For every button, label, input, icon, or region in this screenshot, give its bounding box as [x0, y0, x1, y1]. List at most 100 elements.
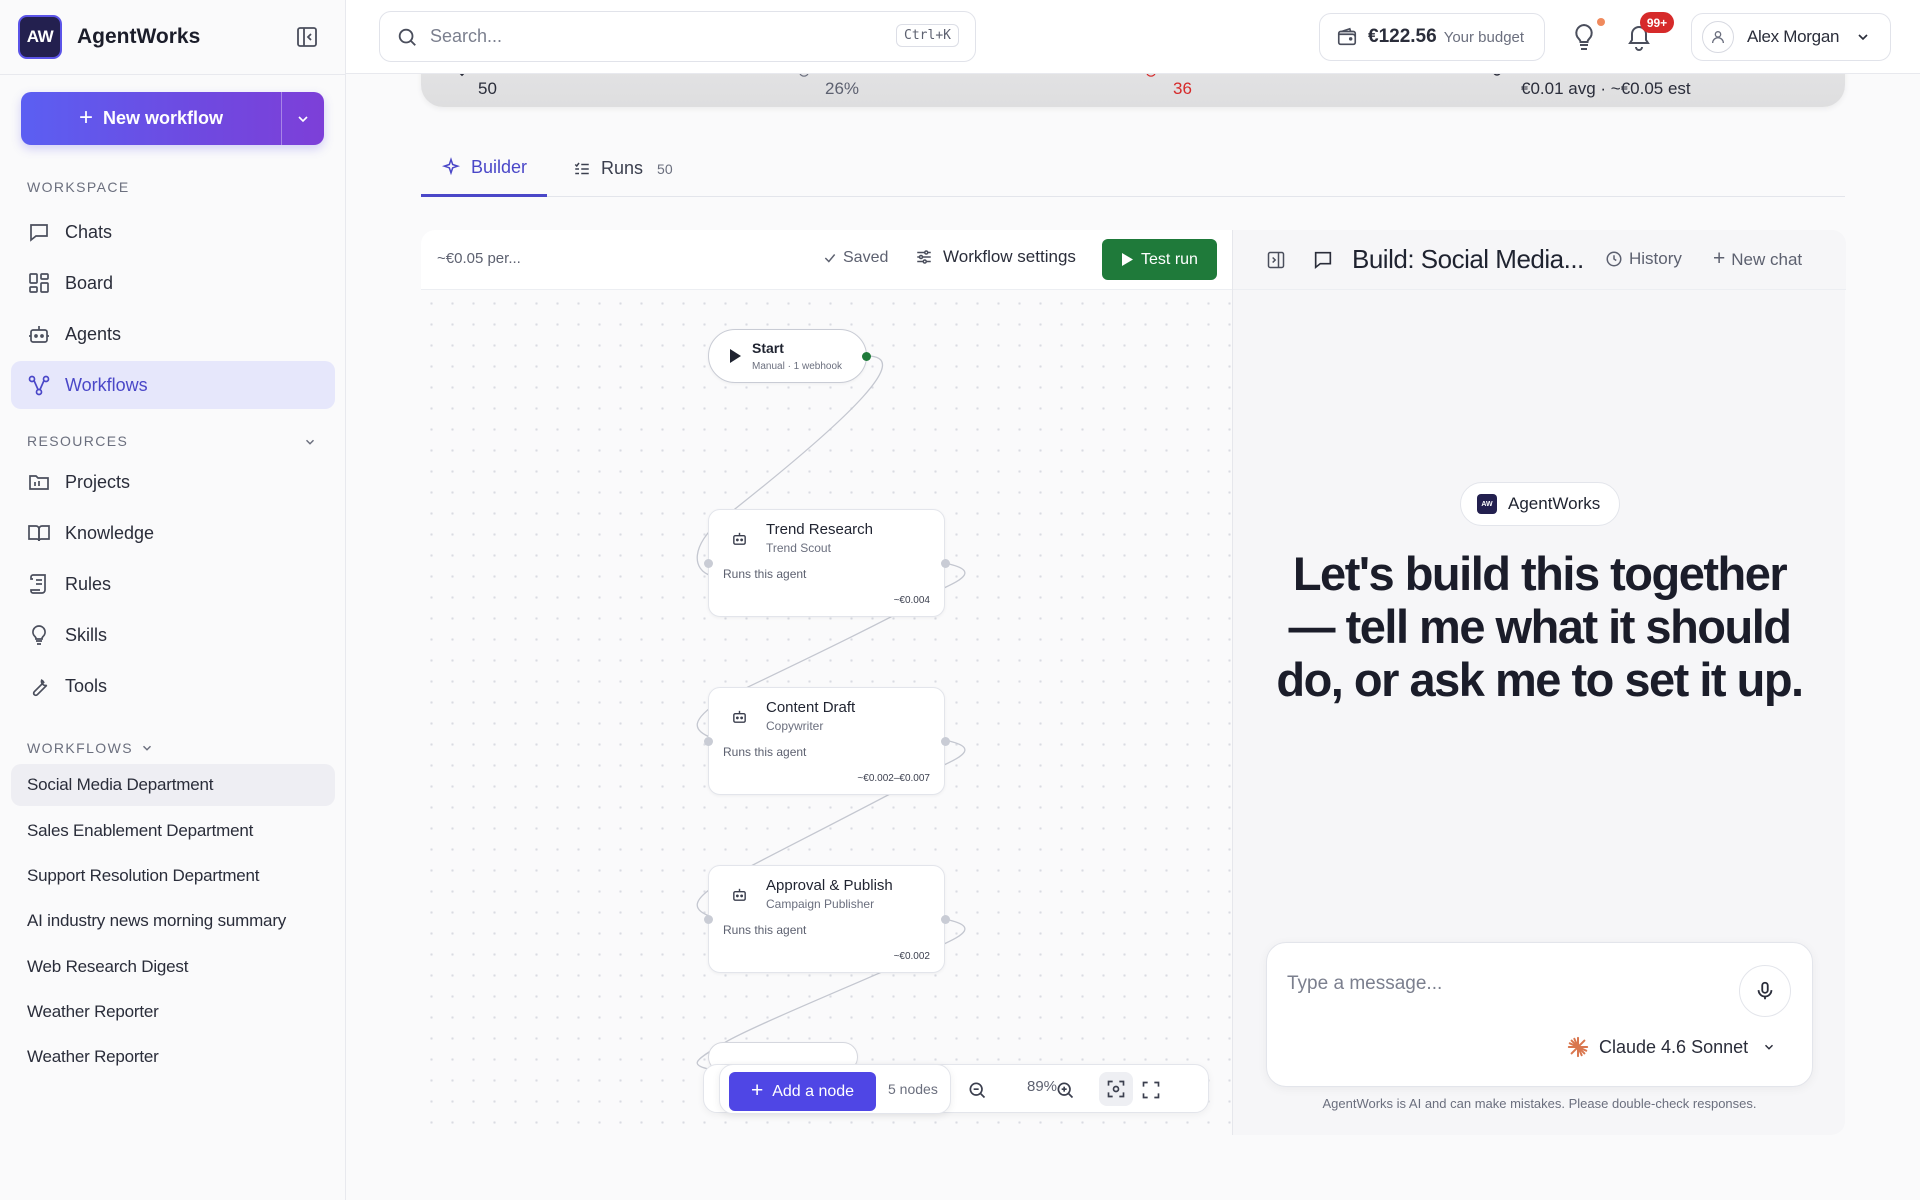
sidebar-item-chats[interactable]: Chats	[11, 208, 335, 256]
add-node-bar: + Add a node 5 nodes	[719, 1064, 951, 1114]
plus-icon: +	[750, 1078, 764, 1102]
sidebar-item-rules[interactable]: Rules	[11, 560, 335, 608]
stat-rate: 26%	[825, 79, 860, 98]
sidebar-item-agents[interactable]: Agents	[11, 310, 335, 358]
fullscreen-icon[interactable]	[1139, 1078, 1163, 1102]
robot-icon	[733, 888, 746, 901]
user-menu[interactable]: Alex Morgan	[1691, 13, 1891, 61]
app-name: AgentWorks	[77, 25, 201, 48]
search-box[interactable]: Ctrl+K	[379, 11, 976, 62]
history-button[interactable]: History	[1605, 249, 1682, 269]
cost-per-run: ~€0.05 per...	[437, 250, 521, 267]
zoom-out-icon[interactable]	[965, 1078, 989, 1102]
agent-node[interactable]: Content Draft Copywriter Runs this agent…	[704, 687, 950, 795]
app-logo: AW	[18, 15, 62, 59]
folder-icon	[29, 475, 49, 490]
workflow-settings-button[interactable]: Workflow settings	[915, 247, 1076, 267]
node-cost: ~€0.002	[893, 951, 930, 962]
sidebar-item-workflows[interactable]: Workflows	[11, 361, 335, 409]
list-check-icon	[574, 162, 589, 174]
workflow-list-item[interactable]: Sales Enablement Department	[11, 810, 335, 852]
new-workflow-button[interactable]: + New workflow	[21, 92, 281, 145]
avatar	[1702, 21, 1734, 53]
workflow-list-item[interactable]: Support Resolution Department	[11, 855, 335, 897]
sidebar-divider	[0, 74, 346, 75]
search-input[interactable]	[430, 26, 870, 47]
sidebar: AW AgentWorks + New workflow WORKSPACE C…	[0, 0, 346, 1200]
workflow-icon	[28, 375, 50, 396]
node-title: Start	[752, 340, 784, 356]
brand[interactable]: AW AgentWorks	[18, 15, 200, 59]
tab-runs[interactable]: Runs 50	[573, 140, 673, 197]
user-name: Alex Morgan	[1747, 27, 1840, 46]
collapse-sidebar-icon[interactable]	[292, 22, 322, 52]
input-port[interactable]	[704, 915, 713, 924]
agent-node[interactable]: Approval & Publish Campaign Publisher Ru…	[704, 865, 950, 973]
fit-view-icon[interactable]	[1099, 1072, 1133, 1106]
output-port[interactable]	[941, 559, 950, 568]
sidebar-item-skills[interactable]: Skills	[11, 611, 335, 659]
sidebar-item-board[interactable]: Board	[11, 259, 335, 307]
new-workflow-dropdown[interactable]	[282, 92, 324, 145]
lightbulb-icon[interactable]	[1567, 20, 1601, 54]
plus-icon: +	[1713, 247, 1726, 270]
notification-badge: 99+	[1640, 12, 1674, 33]
zoom-level: 89%	[1027, 1078, 1058, 1095]
chevron-down-icon[interactable]	[140, 741, 154, 755]
check-icon	[824, 254, 836, 263]
microphone-icon	[1757, 981, 1773, 1000]
agentworks-logo-icon: AW	[1477, 494, 1497, 514]
message-input[interactable]	[1287, 973, 1707, 1003]
robot-icon	[29, 326, 49, 343]
workflow-canvas[interactable]: ~€0.05 per... Saved Workflow settings Te…	[421, 230, 1232, 1135]
node-subtitle: Manual · 1 webhook	[752, 361, 843, 372]
search-icon	[398, 28, 416, 46]
new-chat-button[interactable]: + New chat	[1713, 247, 1803, 271]
node-title: Content Draft	[766, 699, 856, 716]
stat-runs: 50	[478, 79, 497, 98]
workflow-list-item[interactable]: AI industry news morning summary	[11, 900, 335, 942]
play-icon	[1122, 253, 1134, 266]
sparkle-icon	[441, 157, 461, 176]
workflow-list-item[interactable]: Social Media Department	[11, 764, 335, 806]
chat-icon	[1314, 251, 1332, 270]
input-port[interactable]	[704, 737, 713, 746]
sidebar-item-knowledge[interactable]: Knowledge	[11, 509, 335, 557]
output-port[interactable]	[941, 737, 950, 746]
workflows-section-label: WORKFLOWS	[27, 740, 133, 756]
microphone-button[interactable]	[1739, 965, 1791, 1017]
model-selector[interactable]: Claude 4.6 Sonnet	[1567, 1036, 1776, 1058]
sidebar-item-label: Chats	[65, 221, 113, 242]
panel-toggle-icon[interactable]	[1266, 250, 1286, 270]
top-header: Ctrl+K €122.56 Your budget 99+ Alex Morg…	[346, 0, 1920, 74]
sidebar-item-tools[interactable]: Tools	[11, 662, 335, 710]
robot-icon	[733, 710, 746, 723]
budget-button[interactable]: €122.56 Your budget	[1319, 13, 1545, 61]
wallet-icon	[1337, 27, 1357, 46]
start-node[interactable]: Start Manual · 1 webhook	[708, 329, 871, 383]
sidebar-item-label: Agents	[65, 323, 122, 344]
agent-node[interactable]: Trend Research Trend Scout Runs this age…	[704, 509, 950, 617]
chevron-down-icon[interactable]	[303, 435, 317, 449]
tab-label: Runs	[601, 158, 644, 178]
test-run-button[interactable]: Test run	[1102, 239, 1217, 280]
node-title: Trend Research	[766, 521, 873, 538]
tab-builder[interactable]: Builder	[421, 140, 548, 197]
workspace-section-label: WORKSPACE	[27, 179, 130, 195]
output-port[interactable]	[862, 352, 871, 361]
message-composer: Claude 4.6 Sonnet	[1266, 942, 1813, 1087]
output-port[interactable]	[941, 915, 950, 924]
claude-logo-icon	[1567, 1036, 1589, 1058]
workflow-list-item[interactable]: Weather Reporter	[11, 1036, 335, 1078]
sidebar-item-projects[interactable]: Projects	[11, 458, 335, 506]
sidebar-item-label: Tools	[65, 675, 108, 696]
new-chat-label: New chat	[1731, 250, 1803, 269]
input-port[interactable]	[704, 559, 713, 568]
robot-icon	[733, 532, 746, 545]
test-run-label: Test run	[1141, 250, 1198, 268]
workflow-list-item[interactable]: Web Research Digest	[11, 946, 335, 988]
add-node-button[interactable]: + Add a node	[729, 1072, 876, 1111]
budget-label: Your budget	[1443, 28, 1525, 46]
workflow-list-item[interactable]: Weather Reporter	[11, 991, 335, 1033]
node-description: Runs this agent	[723, 923, 807, 937]
